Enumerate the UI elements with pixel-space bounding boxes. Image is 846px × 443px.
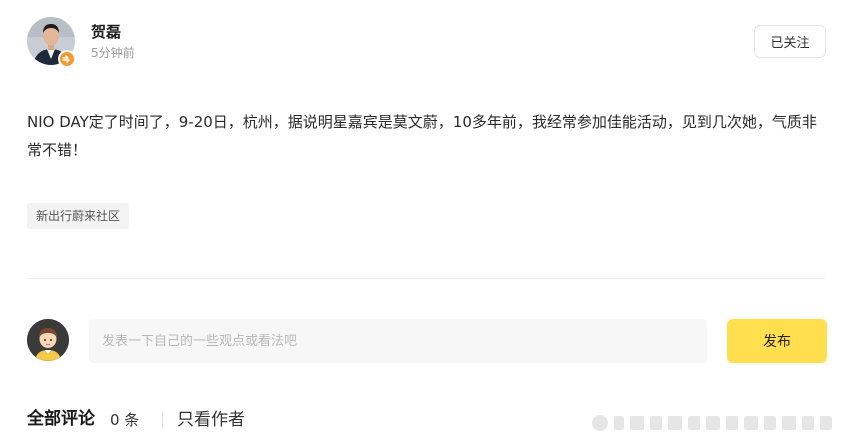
current-user-avatar [27,319,69,361]
author-avatar[interactable] [27,17,76,68]
publish-button[interactable]: 发布 [727,319,827,363]
comments-separator [162,411,163,429]
comments-title: 全部评论 [27,409,95,429]
comments-count: 0 条 [110,411,140,429]
verified-badge-icon [58,50,76,68]
comment-input[interactable] [89,319,707,363]
post-timestamp: 5分钟前 [91,46,135,60]
divider [27,278,826,279]
post-detail-page: 贺磊 5分钟前 已关注 NIO DAY定了时间了，9-20日，杭州，据说明星嘉宾… [0,0,846,443]
topic-tag[interactable]: 新出行蔚来社区 [27,203,130,229]
author-name[interactable]: 贺磊 [91,22,121,42]
post-content: NIO DAY定了时间了，9-20日，杭州，据说明星嘉宾是莫文蔚，10多年前，我… [27,113,817,159]
watermark-icon [592,415,832,431]
author-only-filter[interactable]: 只看作者 [177,408,245,432]
follow-button[interactable]: 已关注 [754,25,826,58]
